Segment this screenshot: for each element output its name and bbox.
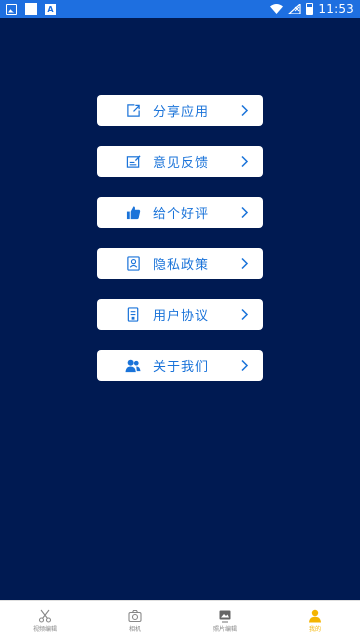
- about-us-icon: [125, 358, 141, 374]
- share-icon: [125, 103, 141, 119]
- a-notification-icon: A: [45, 3, 56, 15]
- tab-camera[interactable]: 相机: [90, 601, 180, 640]
- chevron-right-icon: [241, 104, 249, 117]
- menu-item-label: 分享应用: [153, 105, 210, 120]
- scissors-icon: [38, 609, 52, 623]
- thumbs-up-icon: [125, 205, 141, 221]
- camera-icon: [128, 609, 142, 622]
- no-signal-icon: [288, 4, 302, 14]
- tab-label: 视频编辑: [32, 625, 57, 633]
- privacy-icon: [125, 256, 141, 272]
- menu-item-about[interactable]: 关于我们: [97, 350, 263, 381]
- tab-label: 我的: [308, 625, 321, 633]
- menu-item-label: 给个好评: [153, 207, 210, 222]
- agreement-icon: [125, 307, 141, 323]
- settings-menu: 分享应用 意见反馈 给个好评 隐私政策 用户协议 关于我们: [97, 95, 263, 401]
- menu-item-label: 隐私政策: [153, 258, 210, 273]
- bottom-tab-bar: 视频编辑 相机 照片编辑 我的: [0, 600, 360, 640]
- menu-item-privacy[interactable]: 隐私政策: [97, 248, 263, 279]
- wifi-icon: [270, 4, 284, 14]
- profile-icon: [309, 609, 321, 622]
- battery-icon: [306, 3, 314, 15]
- status-bar: A 11:53: [0, 0, 360, 18]
- tab-label: 照片编辑: [212, 625, 237, 633]
- menu-item-agreement[interactable]: 用户协议: [97, 299, 263, 330]
- tab-photo-edit[interactable]: 照片编辑: [180, 601, 270, 640]
- menu-item-label: 意见反馈: [153, 156, 210, 171]
- menu-item-feedback[interactable]: 意见反馈: [97, 146, 263, 177]
- status-time: 11:53: [318, 2, 354, 16]
- tab-label: 相机: [128, 625, 141, 633]
- photo-edit-icon: [219, 610, 231, 623]
- app-notification-icon: [25, 3, 37, 15]
- menu-item-rate[interactable]: 给个好评: [97, 197, 263, 228]
- chevron-right-icon: [241, 257, 249, 270]
- chevron-right-icon: [241, 308, 249, 321]
- chevron-right-icon: [241, 206, 249, 219]
- feedback-icon: [125, 154, 141, 170]
- menu-item-label: 用户协议: [153, 309, 210, 324]
- tab-profile[interactable]: 我的: [270, 601, 360, 640]
- chevron-right-icon: [241, 359, 249, 372]
- menu-item-label: 关于我们: [153, 360, 210, 375]
- menu-item-share[interactable]: 分享应用: [97, 95, 263, 126]
- tab-video-edit[interactable]: 视频编辑: [0, 601, 90, 640]
- image-notification-icon: [6, 3, 17, 15]
- chevron-right-icon: [241, 155, 249, 168]
